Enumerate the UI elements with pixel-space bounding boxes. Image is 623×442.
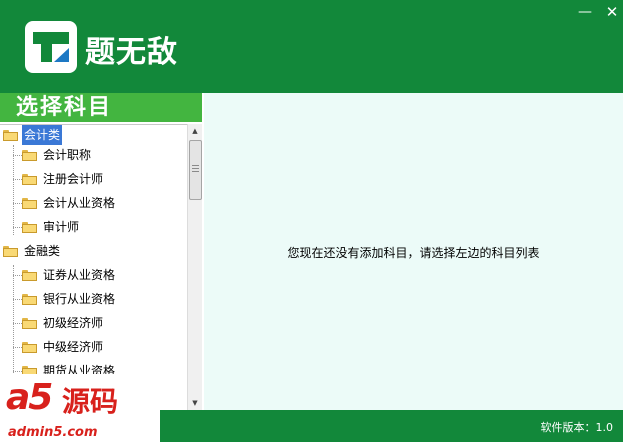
version-label: 软件版本：1.0 [540, 421, 614, 434]
folder-icon [3, 130, 18, 141]
tree-scrollbar[interactable]: ▲ ▼ [187, 124, 202, 410]
folder-icon [22, 270, 37, 281]
tree-item[interactable]: 初级经济师 [22, 313, 105, 333]
tree-item-label: 会计职称 [43, 148, 92, 162]
tree-node-accounting[interactable]: 会计类 [3, 125, 63, 145]
tree-item-label: 证券从业资格 [43, 268, 116, 282]
watermark-brand-cn: 源码 [62, 385, 119, 418]
tree-item[interactable]: 会计职称 [22, 145, 93, 165]
subject-panel-title: 选择科目 [0, 93, 202, 122]
tree-node-label: 会计类 [22, 125, 63, 145]
scroll-down-arrow-icon[interactable]: ▼ [188, 396, 202, 410]
subject-panel: 选择科目 会计类 会计职称 注册会计师 会计从业资格 审计师 金融类 证券从业资… [0, 93, 204, 411]
tree-item[interactable]: 注册会计师 [22, 169, 105, 189]
subject-tree[interactable]: 会计类 会计职称 注册会计师 会计从业资格 审计师 金融类 证券从业资格 银行从… [0, 124, 187, 411]
tree-item[interactable]: 审计师 [22, 217, 81, 237]
minimize-button[interactable]: — [577, 4, 593, 20]
app-header: 题无敌 — ✕ [0, 0, 623, 93]
tree-item-label: 会计从业资格 [43, 196, 116, 210]
tree-item[interactable]: 中级经济师 [22, 337, 105, 357]
tree-item-label: 中级经济师 [43, 340, 104, 354]
folder-icon [22, 294, 37, 305]
app-title: 题无敌 [85, 35, 178, 70]
folder-icon [22, 222, 37, 233]
scroll-up-arrow-icon[interactable]: ▲ [188, 124, 202, 138]
watermark-logo: a5 源码 admin5.com [0, 374, 160, 442]
tree-item[interactable]: 证券从业资格 [22, 265, 117, 285]
tree-item-label: 注册会计师 [43, 172, 104, 186]
content-area: 您现在还没有添加科目，请选择左边的科目列表 [204, 93, 623, 410]
close-button[interactable]: ✕ [604, 4, 620, 20]
scrollbar-thumb[interactable] [189, 140, 202, 200]
folder-icon [22, 318, 37, 329]
tree-node-label: 金融类 [24, 244, 61, 258]
tree-item-label: 初级经济师 [43, 316, 104, 330]
tree-item[interactable]: 会计从业资格 [22, 193, 117, 213]
tree-item-label: 审计师 [43, 220, 80, 234]
watermark-brand: a5 [6, 377, 53, 418]
empty-state-message: 您现在还没有添加科目，请选择左边的科目列表 [287, 246, 540, 260]
tree-node-finance[interactable]: 金融类 [3, 241, 62, 261]
tree-item[interactable]: 银行从业资格 [22, 289, 117, 309]
folder-icon [22, 198, 37, 209]
tree-item-label: 银行从业资格 [43, 292, 116, 306]
folder-icon [22, 150, 37, 161]
folder-icon [22, 174, 37, 185]
watermark-url: admin5.com [8, 425, 98, 440]
folder-icon [22, 342, 37, 353]
folder-icon [3, 246, 18, 257]
app-logo [25, 21, 77, 73]
